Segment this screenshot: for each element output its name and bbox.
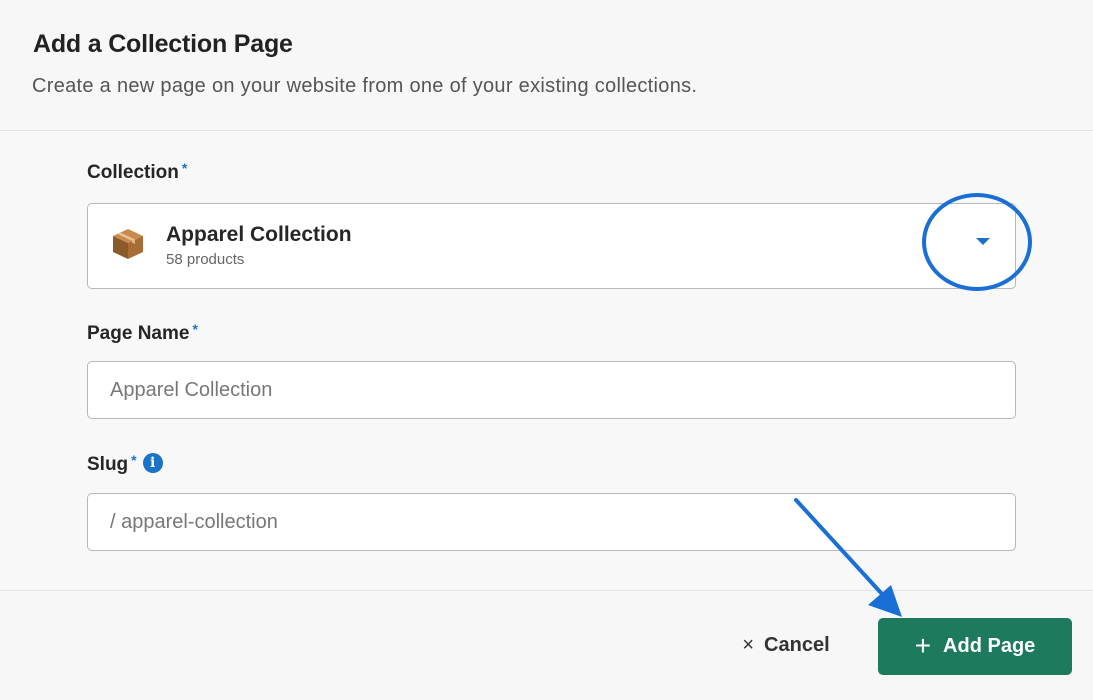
- cancel-button[interactable]: × Cancel: [717, 617, 855, 673]
- selected-collection-count: 58 products: [166, 251, 245, 268]
- page-name-input[interactable]: [87, 361, 1016, 419]
- dialog-header: Add a Collection Page Create a new page …: [0, 0, 1093, 131]
- required-marker: *: [192, 321, 198, 337]
- required-marker: *: [131, 452, 137, 468]
- collection-label: Collection *: [87, 160, 188, 184]
- required-marker: *: [181, 160, 188, 176]
- package-box-icon: [113, 229, 143, 259]
- dialog-subtitle: Create a new page on your website from o…: [32, 75, 698, 97]
- info-icon[interactable]: i: [142, 452, 163, 473]
- plus-icon: +: [914, 629, 932, 661]
- collection-select[interactable]: Apparel Collection 58 products: [87, 203, 1016, 289]
- collection-label-text: Collection: [87, 162, 179, 183]
- slug-label-text: Slug: [87, 454, 129, 475]
- selected-collection-name: Apparel Collection: [166, 223, 352, 246]
- slug-input[interactable]: [87, 493, 1016, 551]
- slug-label: Slug * i: [87, 452, 163, 476]
- close-icon: ×: [742, 633, 755, 656]
- cancel-button-label: Cancel: [764, 633, 830, 656]
- page-name-label: Page Name *: [87, 321, 198, 345]
- dialog-title: Add a Collection Page: [33, 30, 293, 58]
- add-page-button-label: Add Page: [943, 635, 1036, 657]
- add-page-button[interactable]: + Add Page: [878, 618, 1072, 675]
- page-name-label-text: Page Name: [87, 323, 190, 344]
- annotation-circle: [922, 193, 1032, 291]
